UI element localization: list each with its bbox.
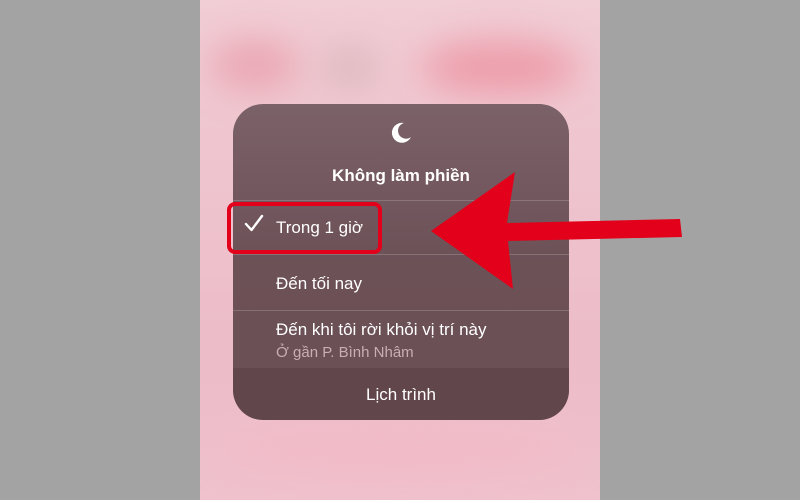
option-label: Đến tối nay <box>276 274 362 293</box>
schedule-button[interactable]: Lịch trình <box>233 368 569 420</box>
option-until-leave-location[interactable]: Đến khi tôi rời khỏi vị trí này Ở gần P.… <box>233 311 569 368</box>
left-gray-margin <box>0 0 200 500</box>
blurred-background-shape <box>420 40 580 95</box>
red-highlight-box <box>227 202 382 254</box>
arrow-left-icon <box>431 172 682 289</box>
option-label: Đến khi tôi rời khỏi vị trí này <box>276 320 487 339</box>
blurred-background-shape <box>220 420 580 480</box>
schedule-label: Lịch trình <box>366 385 436 404</box>
moon-icon <box>388 120 414 146</box>
option-sublabel-location: Ở gần P. Bình Nhâm <box>276 344 414 361</box>
blurred-background-shape <box>210 40 300 90</box>
blurred-background-shape <box>320 45 380 90</box>
